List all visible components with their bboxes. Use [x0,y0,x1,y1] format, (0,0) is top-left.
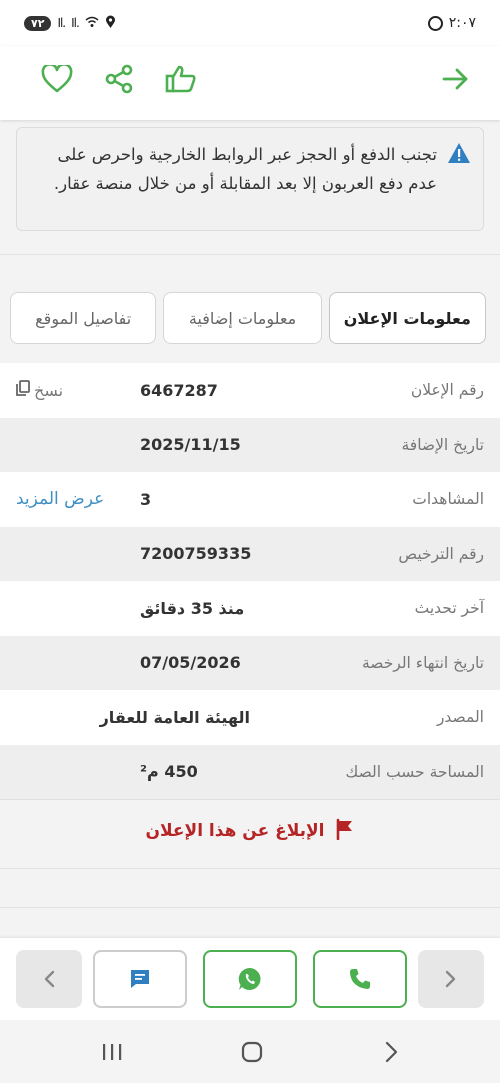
back-icon[interactable] [376,1038,406,1066]
detail-value: 3 [140,489,152,509]
status-bar: ٧٢ Il. Il. ٢:٠٧ [0,0,500,46]
top-action-bar [0,46,500,120]
status-left: ٧٢ Il. Il. [24,15,116,32]
status-time: ٢:٠٧ [448,15,476,31]
view-more-link[interactable]: عرض المزيد [16,489,104,509]
detail-row-ad-number: رقم الإعلان 6467287 نسخ [0,363,500,418]
chevron-right-icon [445,970,456,988]
detail-label: تاريخ الإضافة [401,435,484,454]
warning-notice: تجنب الدفع أو الحجز عبر الروابط الخارجية… [16,127,484,231]
detail-row-source: المصدر الهيئة العامة للعقار [0,690,500,745]
detail-value: 7200759335 [140,544,252,564]
detail-value: 450 م² [140,762,198,782]
back-arrow-icon[interactable] [438,62,472,96]
whatsapp-button[interactable] [203,950,297,1008]
wifi-icon [85,16,99,31]
share-icon[interactable] [102,62,136,96]
detail-row-license-number: رقم الترخيص 7200759335 [0,526,500,581]
chat-icon [131,970,149,988]
battery-indicator: ٧٢ [24,15,52,31]
previous-button[interactable] [16,950,82,1008]
detail-value: منذ 35 دقائق [140,598,245,618]
copy-button[interactable]: نسخ [16,380,63,400]
phone-icon [350,969,370,989]
warning-text: تجنب الدفع أو الحجز عبر الروابط الخارجية… [53,145,437,193]
call-button[interactable] [313,950,407,1008]
detail-label: تاريخ انتهاء الرخصة [361,653,484,672]
report-ad-button[interactable]: الإبلاغ عن هذا الإعلان [0,800,500,862]
detail-value: 07/05/2026 [140,653,241,673]
details-table: رقم الإعلان 6467287 نسخ تاريخ الإضافة 20… [0,363,500,799]
recent-apps-icon[interactable] [97,1038,127,1066]
home-icon[interactable] [237,1038,267,1066]
next-button[interactable] [418,950,484,1008]
alarm-icon [427,15,443,31]
flag-icon [335,818,355,845]
section-divider [0,254,500,255]
detail-value: 6467287 [140,380,218,400]
copy-label: نسخ [34,380,64,400]
whatsapp-icon [238,967,261,990]
detail-value: 2025/11/15 [140,435,241,455]
detail-row-license-expiry: تاريخ انتهاء الرخصة 07/05/2026 [0,635,500,690]
detail-label: المشاهدات [412,490,484,509]
like-icon[interactable] [164,62,198,96]
warning-icon [447,142,471,230]
report-label: الإبلاغ عن هذا الإعلان [145,821,325,841]
tab-additional-info[interactable]: معلومات إضافية [163,292,322,344]
detail-row-views: المشاهدات 3 عرض المزيد [0,472,500,527]
detail-label: آخر تحديث [414,599,484,618]
tab-ad-info[interactable]: معلومات الإعلان [328,292,486,344]
location-icon [105,15,116,32]
detail-label: رقم الترخيص [398,544,484,563]
heart-icon[interactable] [40,62,74,96]
detail-label: المصدر [436,708,484,727]
chevron-left-icon [44,970,55,988]
signal-icon: Il. [57,16,66,30]
detail-row-date-added: تاريخ الإضافة 2025/11/15 [0,417,500,472]
detail-row-deed-area: المساحة حسب الصك 450 م² [0,744,500,799]
section-divider [0,868,500,869]
system-nav-bar [0,1020,500,1083]
section-divider [0,907,500,908]
signal-icon-2: Il. [71,16,80,30]
detail-label: المساحة حسب الصك [345,762,484,781]
tab-location-details[interactable]: تفاصيل الموقع [10,292,157,344]
chat-button[interactable] [93,950,187,1008]
detail-value: الهيئة العامة للعقار [99,707,250,727]
bottom-action-bar [0,938,500,1020]
detail-row-last-update: آخر تحديث منذ 35 دقائق [0,581,500,636]
detail-label: رقم الإعلان [410,381,484,400]
status-right: ٢:٠٧ [427,15,476,31]
info-tabs: معلومات الإعلان معلومات إضافية تفاصيل ال… [10,292,486,344]
copy-icon [16,380,30,400]
